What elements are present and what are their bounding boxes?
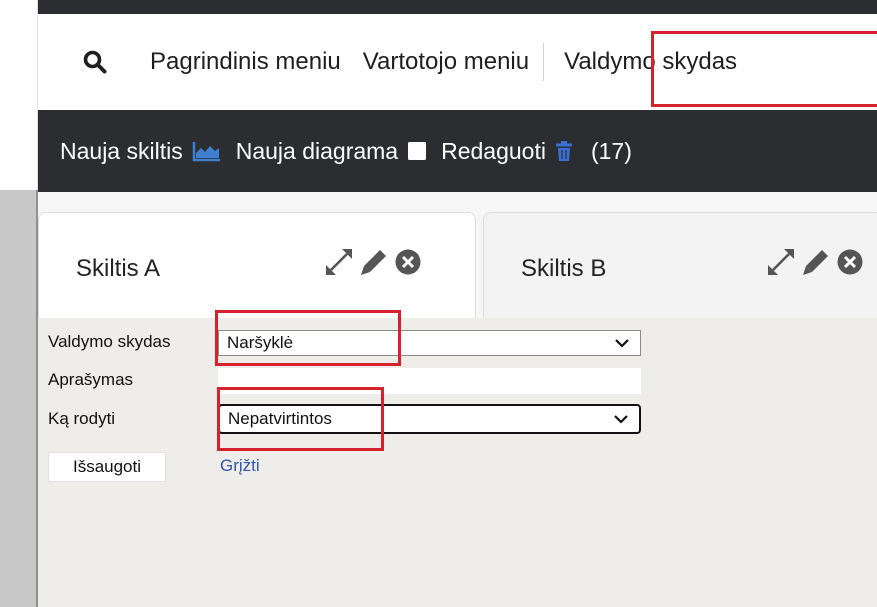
show-select-value: Nepatvirtintos — [228, 409, 332, 428]
nav-item-dashboard[interactable]: Valdymo skydas — [564, 48, 737, 76]
left-strip-top — [0, 0, 38, 190]
chevron-down-icon — [614, 415, 628, 424]
show-label: Ką rodyti — [48, 409, 116, 428]
expand-icon[interactable] — [324, 247, 354, 277]
save-button[interactable]: Išsaugoti — [48, 452, 166, 482]
dashboard-label: Valdymo skydas — [48, 332, 171, 351]
tab-actions — [324, 247, 427, 277]
close-icon[interactable] — [836, 248, 864, 276]
main-nav: Pagrindinis meniu Vartotojo meniu Valdym… — [38, 14, 877, 110]
count-badge: (17) — [590, 137, 632, 164]
nav-item-user-menu[interactable]: Vartotojo meniu — [363, 48, 529, 76]
dashboard-select[interactable]: Naršyklė — [218, 330, 641, 356]
tab-column-b[interactable]: Skiltis B — [483, 212, 877, 318]
sub-toolbar: Nauja skiltis Nauja diagrama Redaguoti (… — [38, 110, 877, 192]
area-chart-icon[interactable] — [192, 140, 222, 162]
new-column-button[interactable]: Nauja skiltis — [60, 138, 183, 165]
nav-divider — [543, 43, 545, 81]
back-link[interactable]: Grįžti — [220, 456, 260, 476]
close-icon[interactable] — [394, 248, 422, 276]
top-bar — [38, 0, 877, 14]
checkbox[interactable] — [407, 141, 427, 161]
search-icon — [83, 50, 107, 74]
pencil-icon[interactable] — [359, 247, 389, 277]
search-button[interactable] — [68, 32, 122, 92]
tab-column-a[interactable]: Skiltis A — [38, 212, 476, 318]
left-strip — [0, 190, 38, 607]
chevron-down-icon — [615, 339, 629, 348]
nav-item-main-menu[interactable]: Pagrindinis meniu — [150, 48, 341, 76]
tabs-area: Skiltis A Skiltis B — [38, 192, 877, 318]
edit-button[interactable]: Redaguoti — [441, 138, 546, 165]
pencil-icon[interactable] — [801, 247, 831, 277]
tab-title: Skiltis A — [76, 255, 161, 282]
tab-actions — [766, 247, 869, 277]
trash-icon[interactable] — [555, 140, 573, 162]
column-settings-form: Valdymo skydas Naršyklė Aprašymas Ką rod… — [38, 318, 877, 607]
dashboard-select-value: Naršyklė — [227, 333, 294, 352]
description-input[interactable] — [218, 368, 641, 394]
new-chart-button[interactable]: Nauja diagrama — [236, 138, 398, 165]
tab-title: Skiltis B — [521, 255, 607, 282]
description-label: Aprašymas — [48, 370, 134, 389]
expand-icon[interactable] — [766, 247, 796, 277]
show-select[interactable]: Nepatvirtintos — [218, 404, 641, 434]
